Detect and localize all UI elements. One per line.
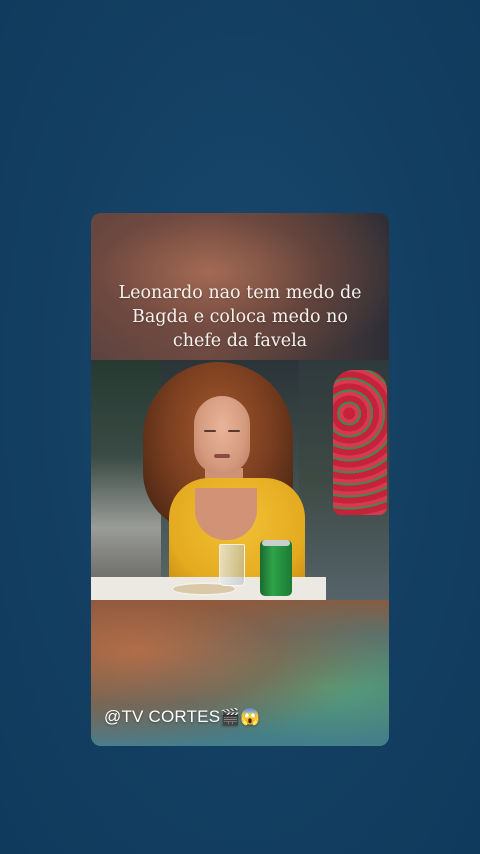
channel-handle[interactable]: @TV CORTES🎬😱 <box>104 707 261 727</box>
caption-area: Leonardo nao tem medo de Bagda e coloca … <box>91 213 389 361</box>
caption-line-1: Leonardo nao tem medo de <box>118 283 362 303</box>
background-person <box>333 370 387 515</box>
story-caption: Leonardo nao tem medo de Bagda e coloca … <box>91 281 389 353</box>
glass <box>219 544 245 586</box>
woman-face <box>194 396 250 474</box>
handle-text: @TV CORTES <box>104 707 221 726</box>
story-card[interactable]: Leonardo nao tem medo de Bagda e coloca … <box>91 213 389 746</box>
clapper-board-icon: 🎬😱 <box>220 709 261 726</box>
right-eye <box>228 430 240 432</box>
caption-line-2: Bagda e coloca medo no <box>132 307 348 327</box>
soda-can <box>260 540 292 596</box>
left-eye <box>204 430 216 432</box>
video-frame[interactable] <box>91 360 389 600</box>
mouth <box>214 454 230 458</box>
caption-line-3: chefe da favela <box>172 331 308 351</box>
